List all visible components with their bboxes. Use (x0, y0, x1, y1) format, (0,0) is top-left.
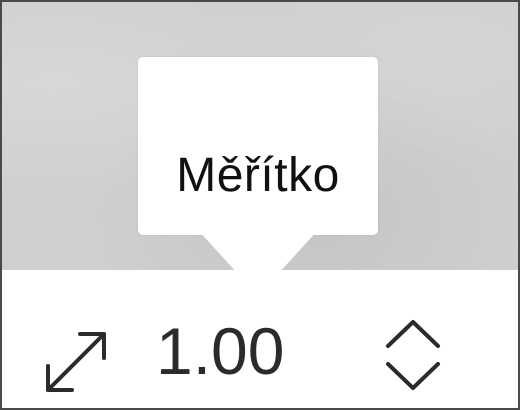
tooltip: Měřítko (138, 57, 378, 235)
tooltip-label: Měřítko (176, 149, 340, 202)
diagonal-resize-icon[interactable] (38, 324, 114, 400)
chevron-down-icon[interactable] (380, 358, 446, 396)
zoom-value[interactable]: 1.00 (156, 306, 284, 396)
chevron-up-icon[interactable] (380, 314, 446, 352)
zoom-stepper[interactable] (380, 314, 446, 398)
scale-toolbar: 1.00 (2, 270, 518, 408)
screenshot-frame: Měřítko 1.00 (0, 0, 520, 410)
